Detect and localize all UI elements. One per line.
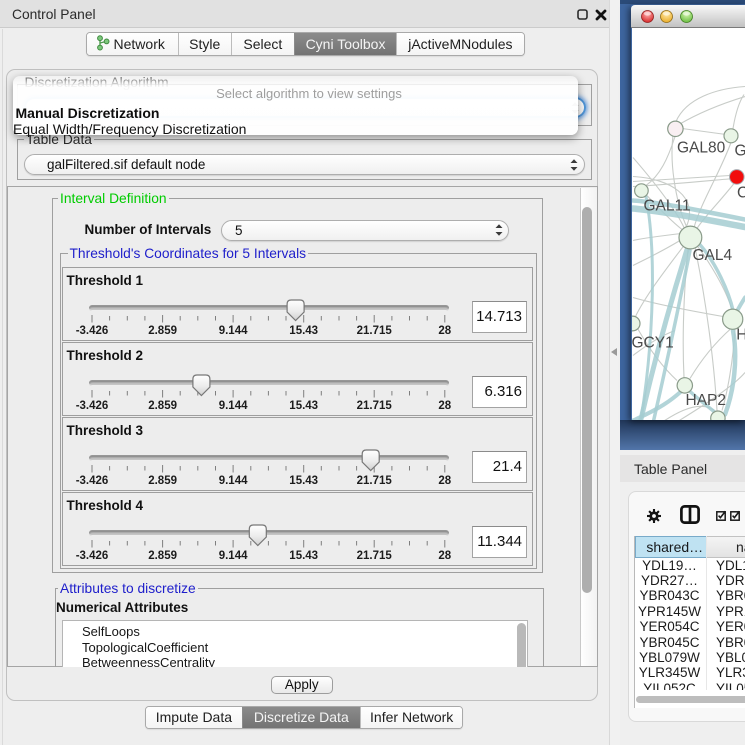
svg-text:GCY1: GCY1 (632, 335, 674, 352)
svg-text:21.715: 21.715 (357, 475, 393, 487)
svg-text:15.43: 15.43 (289, 475, 318, 487)
svg-text:HAP2: HAP2 (686, 392, 727, 409)
svg-text:GAL80: GAL80 (677, 140, 726, 157)
svg-text:21.715: 21.715 (357, 550, 393, 562)
svg-text:-3.426: -3.426 (76, 325, 109, 337)
svg-text:GAL11: GAL11 (644, 198, 691, 215)
svg-text:HI: HI (736, 327, 745, 344)
svg-text:2.859: 2.859 (148, 325, 177, 337)
svg-text:-3.426: -3.426 (76, 475, 109, 487)
svg-text:28: 28 (438, 475, 451, 487)
svg-text:-3.426: -3.426 (76, 550, 109, 562)
svg-text:2.859: 2.859 (148, 475, 177, 487)
svg-text:28: 28 (438, 325, 451, 337)
svg-text:GA: GA (735, 143, 745, 160)
svg-text:15.43: 15.43 (289, 550, 318, 562)
svg-text:9.144: 9.144 (219, 400, 248, 412)
svg-text:GAL4: GAL4 (693, 247, 733, 264)
svg-text:21.715: 21.715 (357, 325, 393, 337)
svg-text:9.144: 9.144 (219, 550, 248, 562)
svg-text:9.144: 9.144 (219, 475, 248, 487)
svg-text:CD: CD (737, 185, 745, 202)
svg-text:2.859: 2.859 (148, 400, 177, 412)
svg-text:15.43: 15.43 (289, 400, 318, 412)
svg-text:28: 28 (438, 550, 451, 562)
svg-text:2.859: 2.859 (148, 550, 177, 562)
svg-text:15.43: 15.43 (289, 325, 318, 337)
svg-text:-3.426: -3.426 (76, 400, 109, 412)
svg-text:28: 28 (438, 400, 451, 412)
svg-text:9.144: 9.144 (219, 325, 248, 337)
svg-text:21.715: 21.715 (357, 400, 393, 412)
